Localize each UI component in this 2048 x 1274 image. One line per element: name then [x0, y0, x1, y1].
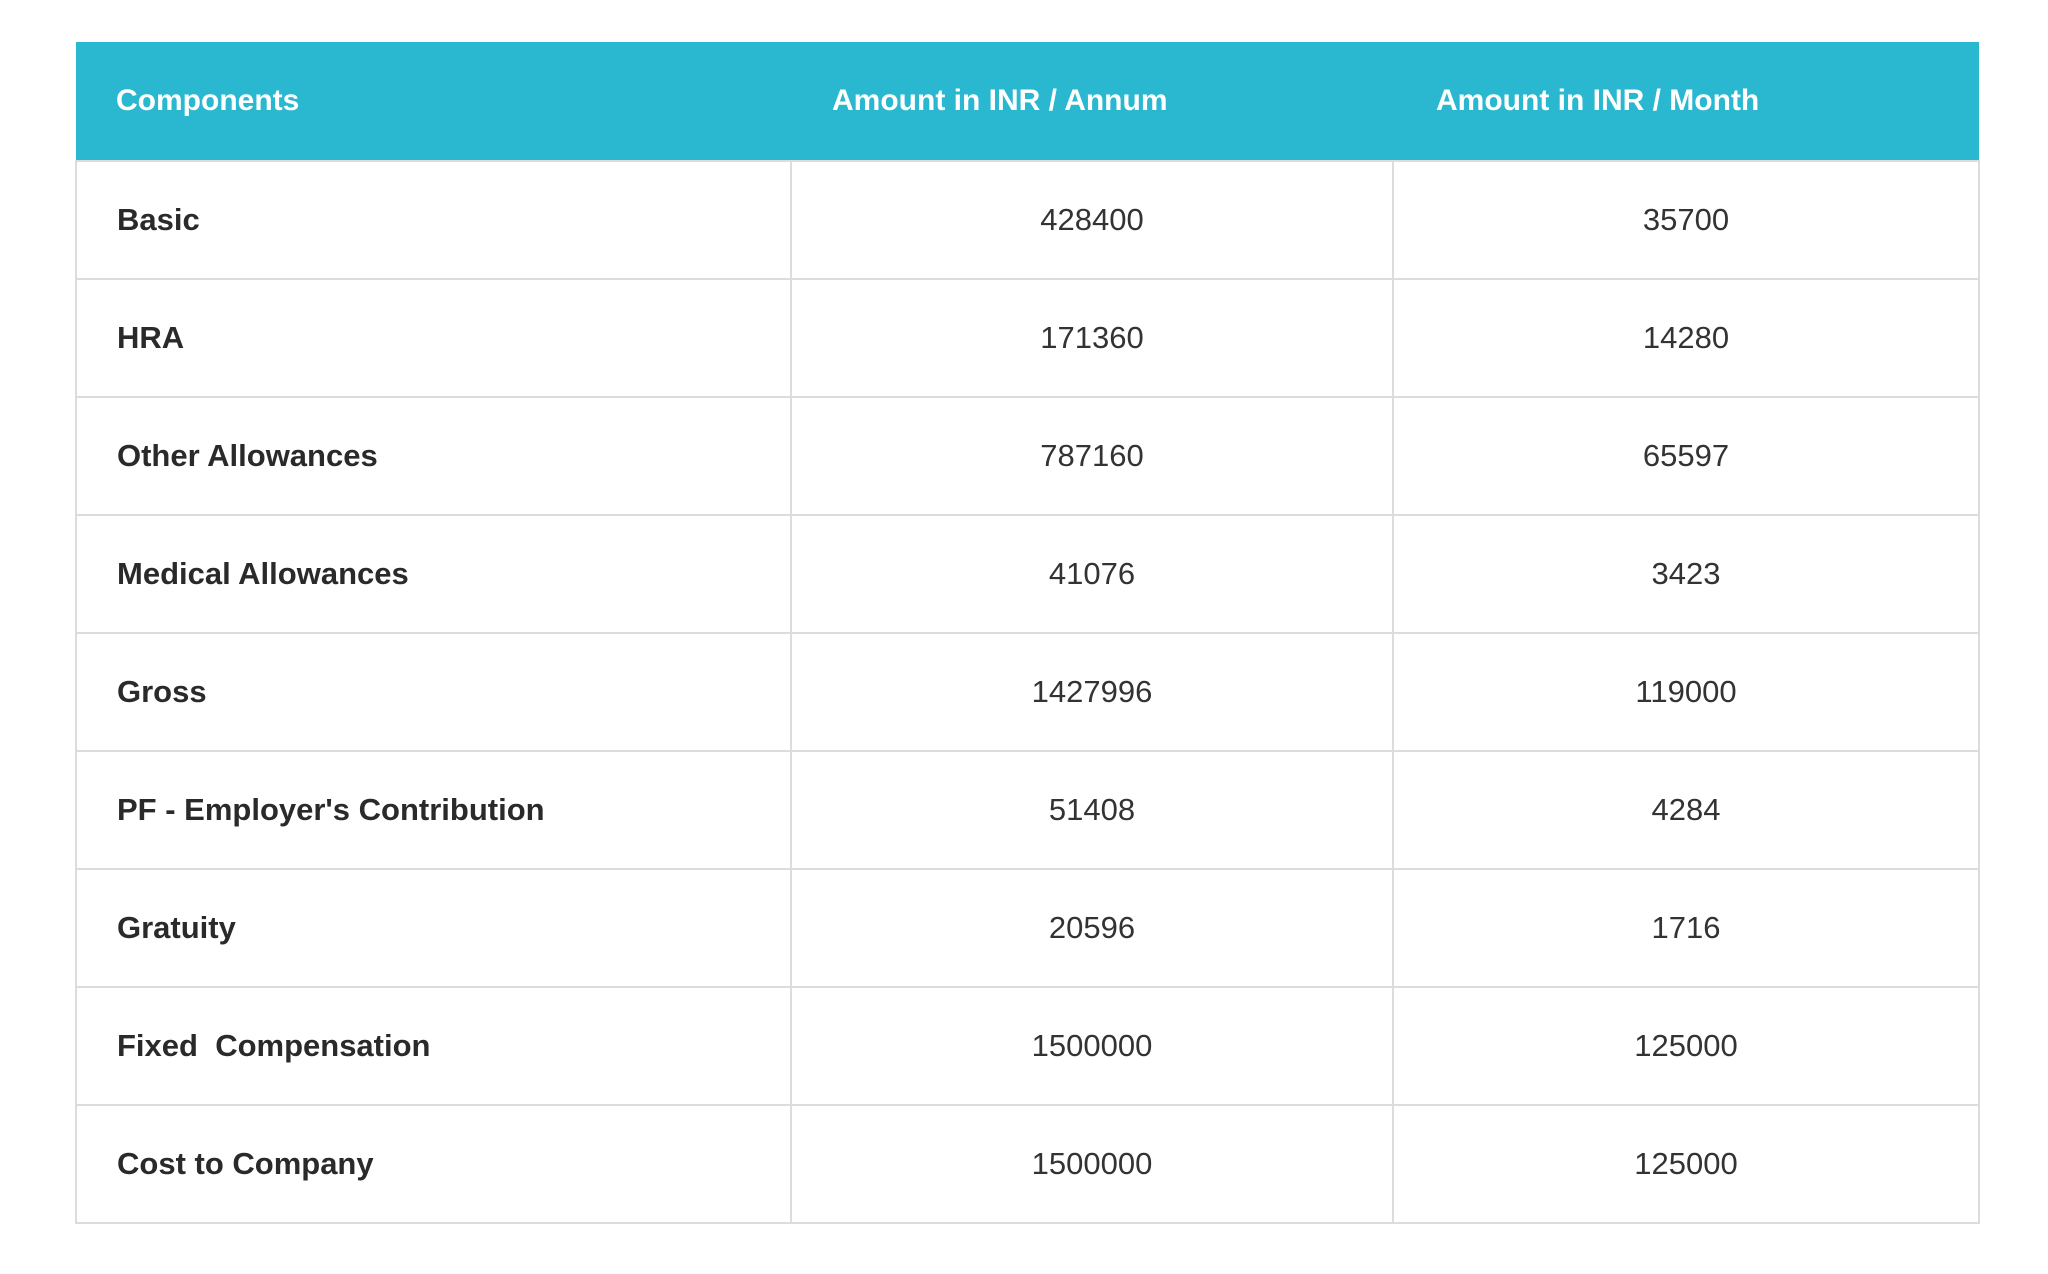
component-cell: Basic — [75, 160, 792, 280]
table-row: Gratuity 20596 1716 — [75, 868, 1980, 988]
annum-cell: 171360 — [790, 278, 1394, 398]
table-body: Basic 428400 35700 HRA 171360 14280 Othe… — [75, 160, 1980, 1224]
month-cell: 4284 — [1392, 750, 1980, 870]
header-row: Components Amount in INR / Annum Amount … — [76, 42, 1979, 161]
month-cell: 14280 — [1392, 278, 1980, 398]
month-cell: 35700 — [1392, 160, 1980, 280]
salary-breakup-table: Components Amount in INR / Annum Amount … — [75, 42, 1980, 1224]
component-cell: Cost to Company — [75, 1104, 792, 1224]
table-header: Components Amount in INR / Annum Amount … — [76, 42, 1979, 161]
header-amount-annum: Amount in INR / Annum — [832, 84, 1168, 117]
table-row: Basic 428400 35700 — [75, 160, 1980, 280]
annum-cell: 428400 — [790, 160, 1394, 280]
month-cell: 125000 — [1392, 1104, 1980, 1224]
annum-cell: 41076 — [790, 514, 1394, 634]
component-cell: Fixed Compensation — [75, 986, 792, 1106]
annum-cell: 1500000 — [790, 1104, 1394, 1224]
component-cell: Gratuity — [75, 868, 792, 988]
annum-cell: 20596 — [790, 868, 1394, 988]
component-cell: HRA — [75, 278, 792, 398]
month-cell: 3423 — [1392, 514, 1980, 634]
salary-breakup-table-container: Components Amount in INR / Annum Amount … — [75, 42, 1980, 1224]
header-amount-month: Amount in INR / Month — [1436, 84, 1760, 117]
table-row: HRA 171360 14280 — [75, 278, 1980, 398]
annum-cell: 51408 — [790, 750, 1394, 870]
table-row: Other Allowances 787160 65597 — [75, 396, 1980, 516]
table-row: Fixed Compensation 1500000 125000 — [75, 986, 1980, 1106]
component-cell: Medical Allowances — [75, 514, 792, 634]
component-cell: Gross — [75, 632, 792, 752]
component-cell: PF - Employer's Contribution — [75, 750, 792, 870]
component-cell: Other Allowances — [75, 396, 792, 516]
table-row: Gross 1427996 119000 — [75, 632, 1980, 752]
header-components: Components — [116, 84, 300, 117]
annum-cell: 1427996 — [790, 632, 1394, 752]
table-row: Medical Allowances 41076 3423 — [75, 514, 1980, 634]
month-cell: 65597 — [1392, 396, 1980, 516]
table-row: PF - Employer's Contribution 51408 4284 — [75, 750, 1980, 870]
month-cell: 119000 — [1392, 632, 1980, 752]
annum-cell: 787160 — [790, 396, 1394, 516]
table-row: Cost to Company 1500000 125000 — [75, 1104, 1980, 1224]
month-cell: 125000 — [1392, 986, 1980, 1106]
month-cell: 1716 — [1392, 868, 1980, 988]
annum-cell: 1500000 — [790, 986, 1394, 1106]
